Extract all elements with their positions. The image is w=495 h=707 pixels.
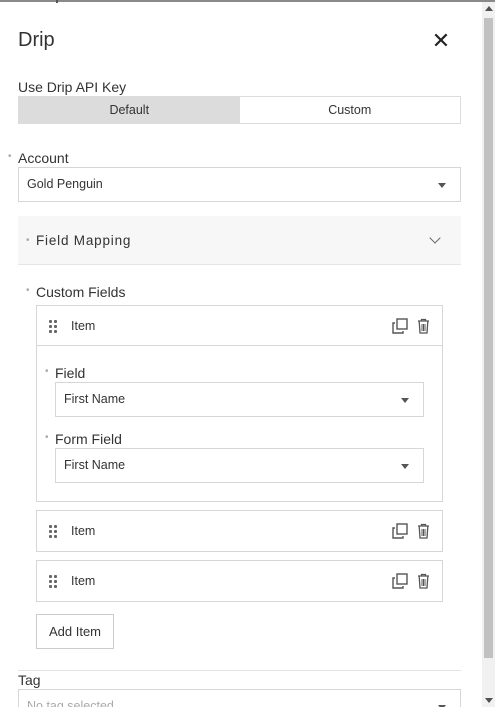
custom-field-item: Item • Field First Name • Form Field Fir…	[36, 305, 443, 502]
required-dot: •	[26, 235, 30, 246]
item-label: Item	[71, 319, 96, 333]
panel-title: Drip	[18, 29, 55, 51]
duplicate-icon[interactable]	[392, 523, 408, 539]
scroll-down-icon[interactable]	[485, 698, 493, 703]
required-dot: •	[26, 285, 30, 296]
form-field-label: Form Field	[55, 431, 122, 447]
form-field-value: First Name	[64, 458, 126, 472]
api-key-custom-option[interactable]: Custom	[240, 97, 461, 123]
tag-select[interactable]: No tag selected	[18, 689, 461, 707]
account-value: Gold Penguin	[27, 177, 103, 191]
tag-placeholder: No tag selected	[27, 699, 114, 707]
scroll-up-icon[interactable]	[485, 6, 493, 11]
top-border-mark	[56, 0, 58, 3]
drag-handle-icon[interactable]	[49, 320, 57, 333]
close-icon[interactable]: ✕	[431, 30, 451, 52]
trash-icon[interactable]	[417, 318, 430, 334]
required-dot: •	[45, 432, 49, 443]
required-dot: •	[8, 151, 12, 162]
top-border	[0, 0, 495, 2]
field-mapping-title: Field Mapping	[36, 233, 132, 248]
custom-field-item: Item	[36, 560, 443, 602]
trash-icon[interactable]	[417, 523, 430, 539]
divider	[18, 670, 461, 671]
chevron-down-icon	[438, 182, 446, 188]
item-header[interactable]: Item	[37, 306, 442, 346]
item-label: Item	[71, 574, 96, 588]
api-key-label: Use Drip API Key	[18, 79, 127, 95]
custom-field-item: Item	[36, 510, 443, 552]
scrollbar[interactable]	[482, 2, 495, 707]
field-select[interactable]: First Name	[55, 382, 424, 417]
scrollbar-thumb[interactable]	[484, 18, 493, 658]
field-value: First Name	[64, 392, 126, 406]
account-label: Account	[18, 150, 69, 166]
chevron-down-icon	[401, 397, 409, 403]
drag-handle-icon[interactable]	[49, 575, 57, 588]
account-select[interactable]: Gold Penguin	[18, 167, 461, 202]
api-key-toggle: Default Custom	[18, 96, 461, 124]
field-mapping-header[interactable]: • Field Mapping	[18, 216, 461, 265]
chevron-down-icon	[401, 463, 409, 469]
item-header[interactable]: Item	[37, 561, 442, 601]
tag-label: Tag	[18, 672, 41, 688]
add-item-button[interactable]: Add Item	[36, 614, 114, 649]
chevron-down-icon	[429, 232, 441, 244]
duplicate-icon[interactable]	[392, 318, 408, 334]
required-dot: •	[45, 366, 49, 377]
drag-handle-icon[interactable]	[49, 525, 57, 538]
trash-icon[interactable]	[417, 573, 430, 589]
custom-fields-label: Custom Fields	[36, 284, 126, 300]
api-key-default-option[interactable]: Default	[19, 97, 240, 123]
form-field-select[interactable]: First Name	[55, 448, 424, 483]
item-header[interactable]: Item	[37, 511, 442, 551]
duplicate-icon[interactable]	[392, 573, 408, 589]
item-label: Item	[71, 524, 96, 538]
field-label: Field	[55, 365, 86, 381]
